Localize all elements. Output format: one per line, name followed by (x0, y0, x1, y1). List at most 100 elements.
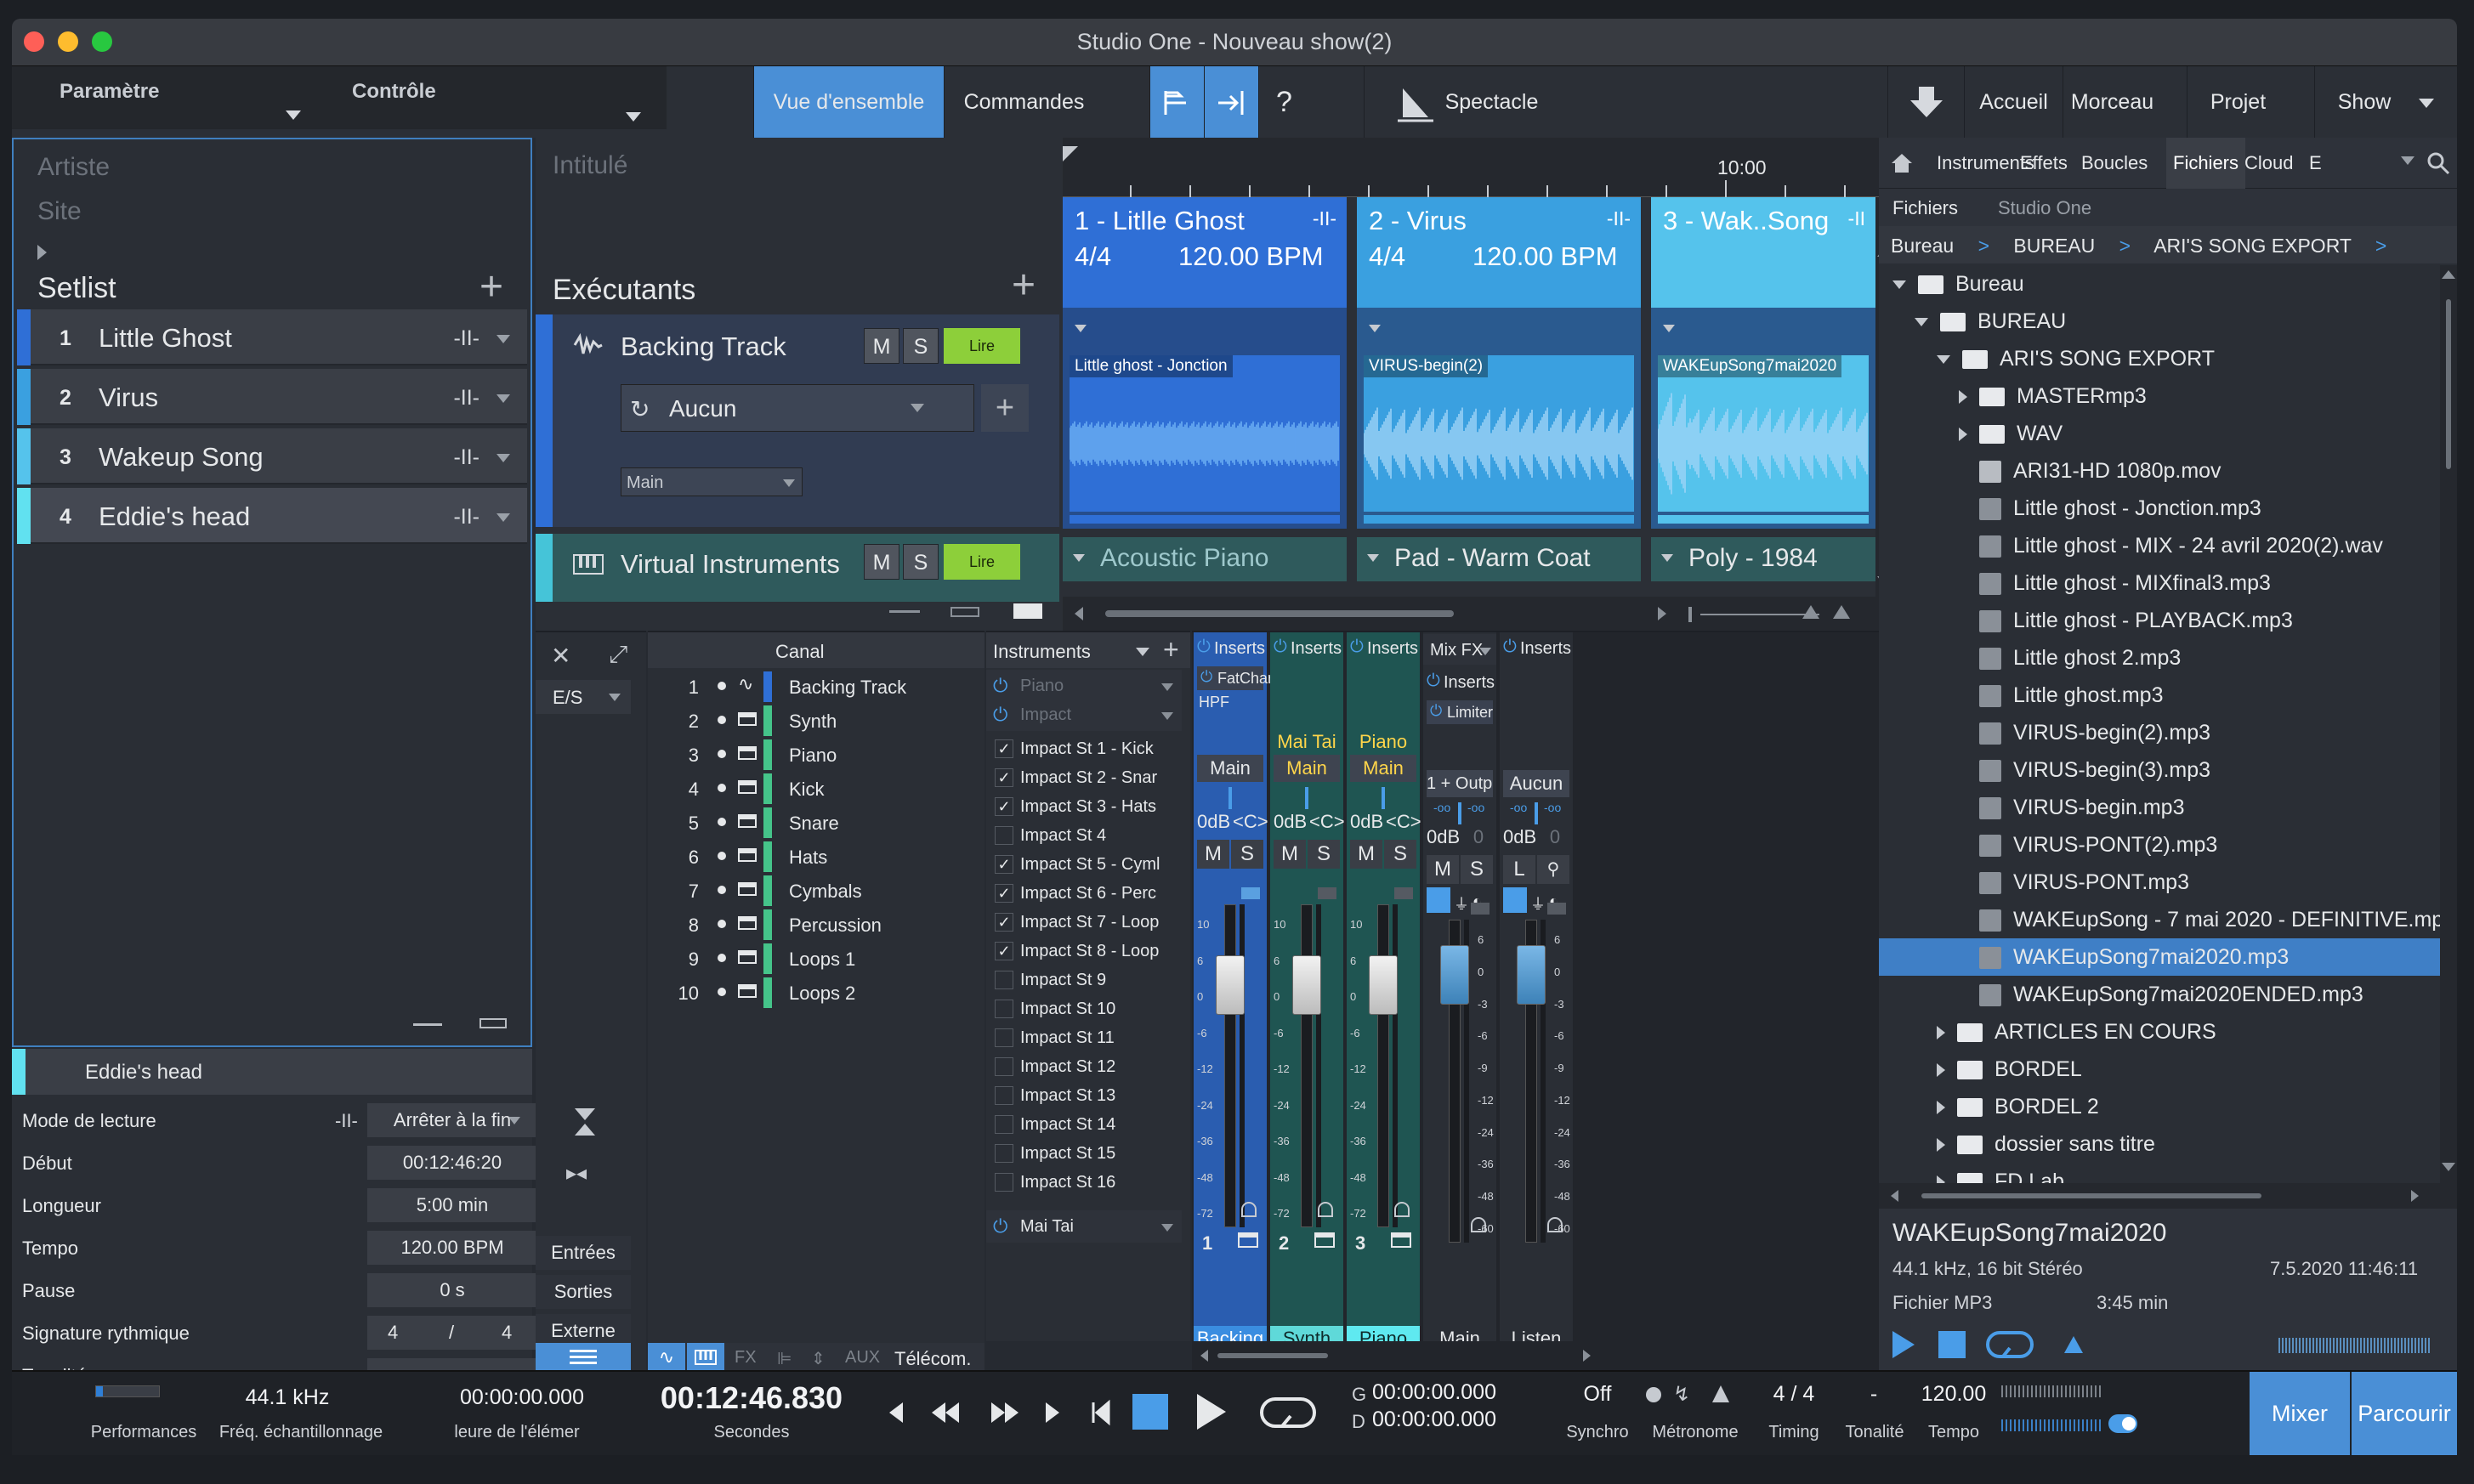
tree-scrollbar[interactable] (2440, 265, 2457, 1183)
tab-projet[interactable]: Projet (2187, 66, 2289, 138)
channel-row[interactable]: 7 Cymbals (648, 874, 984, 908)
solo-button[interactable]: S (1384, 840, 1416, 869)
file-row[interactable]: ARI'S SONG EXPORT (1879, 340, 2440, 377)
channel-row[interactable]: 3 Piano (648, 738, 984, 772)
prop-value[interactable]: 00:12:46:20 (367, 1146, 537, 1180)
instrument-row[interactable]: Impact St 13 (986, 1081, 1182, 1110)
checkbox[interactable]: ✓ (995, 884, 1013, 903)
pan-readout[interactable]: 0 (1539, 826, 1571, 848)
channel-strip[interactable]: Mix FX⏻Inserts⏻Limiter1 + Output 2-oo-oo… (1423, 632, 1496, 1351)
mic-icon[interactable]: ⏚ (1530, 892, 1546, 915)
tree-collapsed-icon[interactable] (1937, 1175, 1945, 1183)
browser-tab-boucles[interactable]: Boucles (2074, 138, 2154, 189)
pan-readout[interactable]: <C> (1233, 811, 1268, 833)
side-button-1[interactable]: Entrées (536, 1236, 631, 1270)
prop-value[interactable]: 5:00 min (367, 1188, 537, 1222)
tree-expanded-icon[interactable] (1915, 318, 1928, 327)
clip-instrument[interactable]: Acoustic Piano (1063, 537, 1347, 581)
song-dropdown-icon[interactable] (497, 394, 510, 403)
mute-button[interactable]: M (864, 544, 899, 580)
tree-collapsed-icon[interactable] (1937, 1063, 1945, 1078)
channel-row[interactable]: 2 Synth (648, 704, 984, 738)
instrument-row[interactable]: Impact St 9 (986, 966, 1182, 994)
crumb-bureau-folder[interactable]: BUREAU (2013, 235, 2095, 257)
expand-icon[interactable] (479, 1018, 507, 1028)
instruments-dropdown-icon[interactable] (1136, 648, 1149, 656)
zoom-max-icon[interactable] (1802, 605, 1819, 619)
solo-button[interactable]: S (1461, 855, 1493, 884)
subtab-studio-one[interactable]: Studio One (1998, 197, 2091, 219)
file-row[interactable]: Little ghost 2.mp3 (1879, 639, 2440, 677)
checkbox[interactable] (995, 1144, 1013, 1163)
home-icon[interactable] (1891, 153, 1913, 173)
instrument-row[interactable]: ⏻ Piano (986, 670, 1182, 702)
clip-audio-region[interactable]: WAKEupSong7mai2020 (1651, 308, 1875, 529)
instrument-row[interactable]: ✓ Impact St 7 - Loop (986, 908, 1182, 937)
clip-header[interactable]: 3 - Wak..Song -II (1651, 197, 1875, 308)
preview-play-icon[interactable] (1892, 1331, 1915, 1358)
automation-icon[interactable] (1471, 903, 1490, 915)
file-row[interactable]: VIRUS-begin.mp3 (1879, 789, 2440, 826)
add-instrument-icon[interactable]: + (1163, 634, 1179, 666)
power-icon[interactable]: ⏻ (993, 675, 1007, 697)
collapse-up-icon[interactable] (575, 1124, 595, 1136)
visible-dot-icon[interactable] (718, 886, 726, 894)
checkbox[interactable]: ✓ (995, 768, 1013, 787)
tree-collapsed-icon[interactable] (1937, 1026, 1945, 1040)
automation-icon[interactable] (1241, 887, 1260, 899)
d-value[interactable]: 00:00:00.000 (1372, 1408, 1496, 1432)
track-virtual-instruments[interactable]: Virtual Instruments M S Lire (536, 534, 1059, 602)
file-row[interactable]: Little ghost - MIX - 24 avril 2020(2).wa… (1879, 527, 2440, 564)
file-row[interactable]: dossier sans titre (1879, 1125, 2440, 1163)
file-row[interactable]: MASTERmp3 (1879, 377, 2440, 415)
horizontal-scrollbar[interactable] (1063, 597, 1892, 631)
volume-fader[interactable] (1369, 955, 1398, 1015)
artist-field[interactable]: Artiste (37, 153, 110, 182)
mute-button[interactable]: M (1197, 840, 1229, 869)
scroll-right-icon[interactable] (1658, 607, 1666, 620)
file-row[interactable]: WAKEupSong - 7 mai 2020 - DEFINITIVE.mp (1879, 901, 2440, 938)
clip-collapse-icon[interactable] (1663, 325, 1675, 332)
file-row[interactable]: VIRUS-PONT(2).mp3 (1879, 826, 2440, 864)
list-view-button[interactable] (536, 1343, 631, 1372)
pan-readout[interactable]: <C> (1386, 811, 1421, 833)
mixer-scroll-thumb[interactable] (1217, 1353, 1328, 1358)
prop-dropdown-icon[interactable] (508, 1117, 520, 1124)
start-marker-icon[interactable] (1063, 146, 1078, 161)
power-icon[interactable]: ⏻ (1274, 637, 1287, 657)
tree-scroll-left-icon[interactable] (1891, 1190, 1898, 1202)
export-button[interactable] (1887, 66, 1964, 138)
power-icon[interactable]: ⏻ (1350, 637, 1364, 657)
mixer-scroll-right-icon[interactable] (1583, 1350, 1591, 1362)
zoom-slider[interactable] (1700, 614, 1819, 615)
listen-icon[interactable]: ⚲ (1537, 855, 1569, 884)
channel-row[interactable]: 5 Snare (648, 806, 984, 840)
mute-button[interactable]: M (864, 328, 899, 364)
file-row[interactable]: FD Lab... (1879, 1163, 2440, 1183)
instrument-dropdown-icon[interactable] (1161, 1224, 1173, 1232)
instrument-row[interactable]: Impact St 11 (986, 1023, 1182, 1052)
checkbox[interactable] (995, 1115, 1013, 1134)
crumb-export[interactable]: ARI'S SONG EXPORT (2153, 235, 2351, 257)
inserts-header[interactable]: ⏻ Inserts (1423, 668, 1496, 697)
visible-dot-icon[interactable] (718, 716, 726, 724)
preview-volume-slider[interactable] (2278, 1338, 2431, 1353)
volume-fader[interactable] (1440, 945, 1469, 1005)
channel-strip[interactable]: ⏻ Inserts Piano Main 0dB <C> M S 10 6 0 -6 -12 -24 -36… (1347, 632, 1421, 1351)
aux-tab[interactable]: AUX (845, 1348, 880, 1368)
instrument-dropdown-icon[interactable] (1161, 712, 1173, 720)
checkbox[interactable]: ✓ (995, 739, 1013, 758)
checkbox[interactable] (995, 971, 1013, 989)
tree-h-scrollbar[interactable] (1879, 1183, 2457, 1209)
volume-fader[interactable] (1216, 955, 1245, 1015)
file-row[interactable]: BORDEL 2 (1879, 1088, 2440, 1125)
tab-accueil[interactable]: Accueil (1964, 66, 2063, 138)
mixer-button[interactable]: Mixer (2250, 1372, 2350, 1455)
song-dropdown-icon[interactable] (497, 513, 510, 522)
automation-icon[interactable] (1547, 903, 1566, 915)
file-row[interactable]: Little ghost - Jonction.mp3 (1879, 490, 2440, 527)
wave-view-icon[interactable]: ∿ (648, 1343, 685, 1372)
automation-icon[interactable] (1394, 887, 1413, 899)
file-row[interactable]: WAV (1879, 415, 2440, 452)
vca-icon[interactable]: ⇕ (811, 1348, 826, 1369)
